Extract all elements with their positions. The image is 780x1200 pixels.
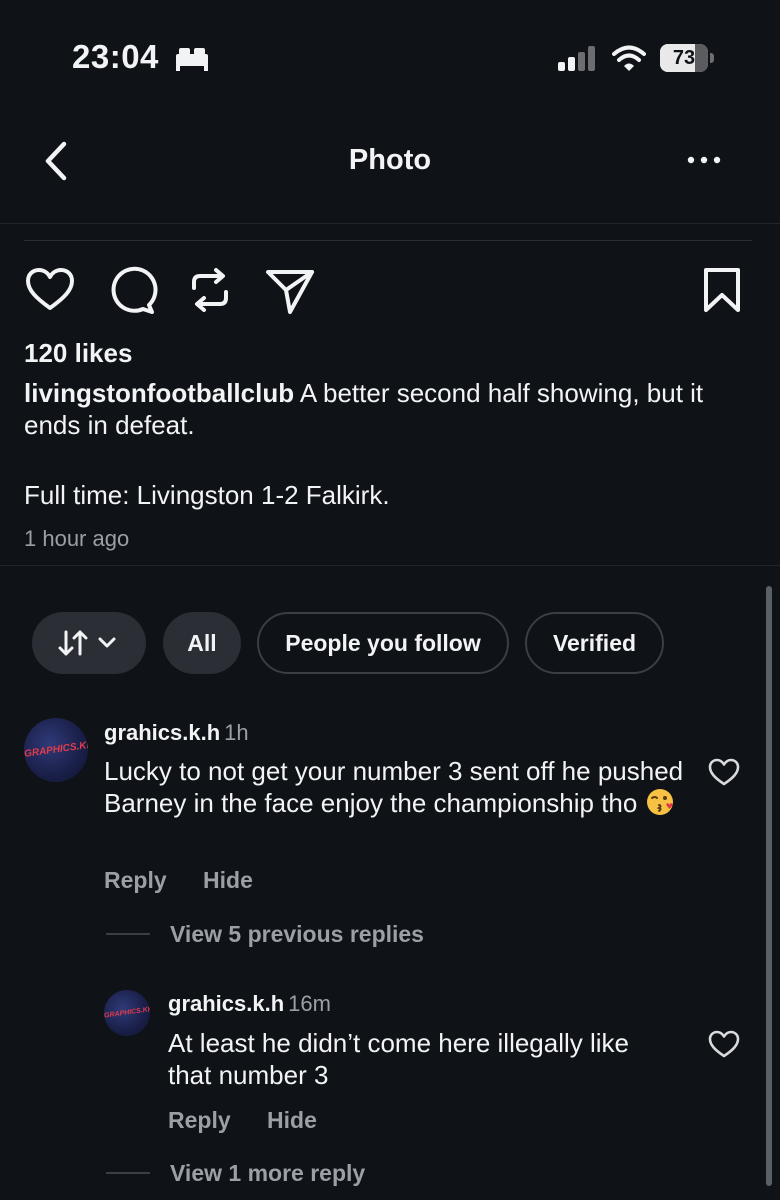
hide-button[interactable]: Hide (203, 867, 253, 893)
comment-author[interactable]: grahics.k.h 1h (104, 720, 249, 746)
status-bar: 23:04 73 (0, 0, 780, 110)
comment-time: 1h (224, 720, 249, 745)
like-comment-heart-icon[interactable] (707, 1028, 741, 1060)
like-count[interactable]: 120 likes (24, 338, 132, 369)
caption-line-2: Full time: Livingston 1-2 Falkirk. (24, 480, 390, 510)
comment-actions: Reply Hide (168, 1107, 317, 1134)
post-timestamp: 1 hour ago (24, 526, 130, 551)
comment-icon[interactable] (104, 262, 160, 318)
share-icon[interactable] (262, 262, 318, 318)
reply-button[interactable]: Reply (168, 1107, 231, 1133)
comment-time: 16m (288, 991, 331, 1016)
cellular-signal-icon (558, 46, 595, 71)
page-title: Photo (348, 144, 432, 176)
divider (0, 565, 780, 566)
comment-text: Lucky to not get your number 3 sent off … (104, 755, 684, 819)
battery-cap (710, 53, 714, 63)
heart-icon[interactable] (22, 262, 78, 318)
kissing-face-emoji (646, 789, 673, 815)
view-more-replies[interactable]: View 1 more reply (170, 1160, 365, 1187)
battery-percentage: 73 (672, 47, 696, 69)
avatar-logo-text: GRAPHICS.KH (24, 739, 88, 760)
scrollbar[interactable] (766, 586, 772, 1186)
wifi-icon (612, 45, 646, 71)
battery-icon: 73 (660, 44, 708, 72)
hide-button[interactable]: Hide (267, 1107, 317, 1133)
view-previous-replies[interactable]: View 5 previous replies (170, 921, 424, 948)
status-time: 23:04 (72, 38, 159, 75)
comment-username[interactable]: grahics.k.h (168, 991, 284, 1016)
more-horizontal-icon[interactable] (684, 148, 724, 172)
avatar-logo-text: GRAPHICS.KH (104, 1005, 150, 1020)
comment-actions: Reply Hide (104, 867, 253, 894)
post-actions (0, 262, 780, 322)
comment-username[interactable]: grahics.k.h (104, 720, 220, 745)
sort-button[interactable] (32, 612, 146, 674)
replies-line (106, 933, 150, 935)
caption-author[interactable]: livingstonfootballclub (24, 378, 294, 408)
battery-indicator: 73 (660, 44, 714, 72)
sort-arrows-icon (58, 630, 116, 656)
filter-chip-verified[interactable]: Verified (525, 612, 664, 674)
avatar[interactable]: GRAPHICS.KH (24, 718, 88, 782)
like-comment-heart-icon[interactable] (707, 756, 741, 788)
comment-body: Lucky to not get your number 3 sent off … (104, 756, 684, 818)
filter-chip-people-you-follow[interactable]: People you follow (257, 612, 509, 674)
sleep-focus-icon (176, 48, 208, 71)
repost-icon[interactable] (182, 262, 238, 318)
replies-line (106, 1172, 150, 1174)
divider (24, 240, 752, 241)
post-caption: livingstonfootballclub A better second h… (24, 377, 760, 441)
comment-text: At least he didn’t come here illegally l… (168, 1028, 630, 1090)
bookmark-icon[interactable] (694, 262, 750, 318)
filter-chip-all[interactable]: All (163, 612, 241, 674)
comment-author[interactable]: grahics.k.h 16m (168, 991, 331, 1017)
reply-button[interactable]: Reply (104, 867, 167, 893)
avatar[interactable]: GRAPHICS.KH (104, 990, 150, 1036)
nav-header: Photo (0, 110, 780, 224)
